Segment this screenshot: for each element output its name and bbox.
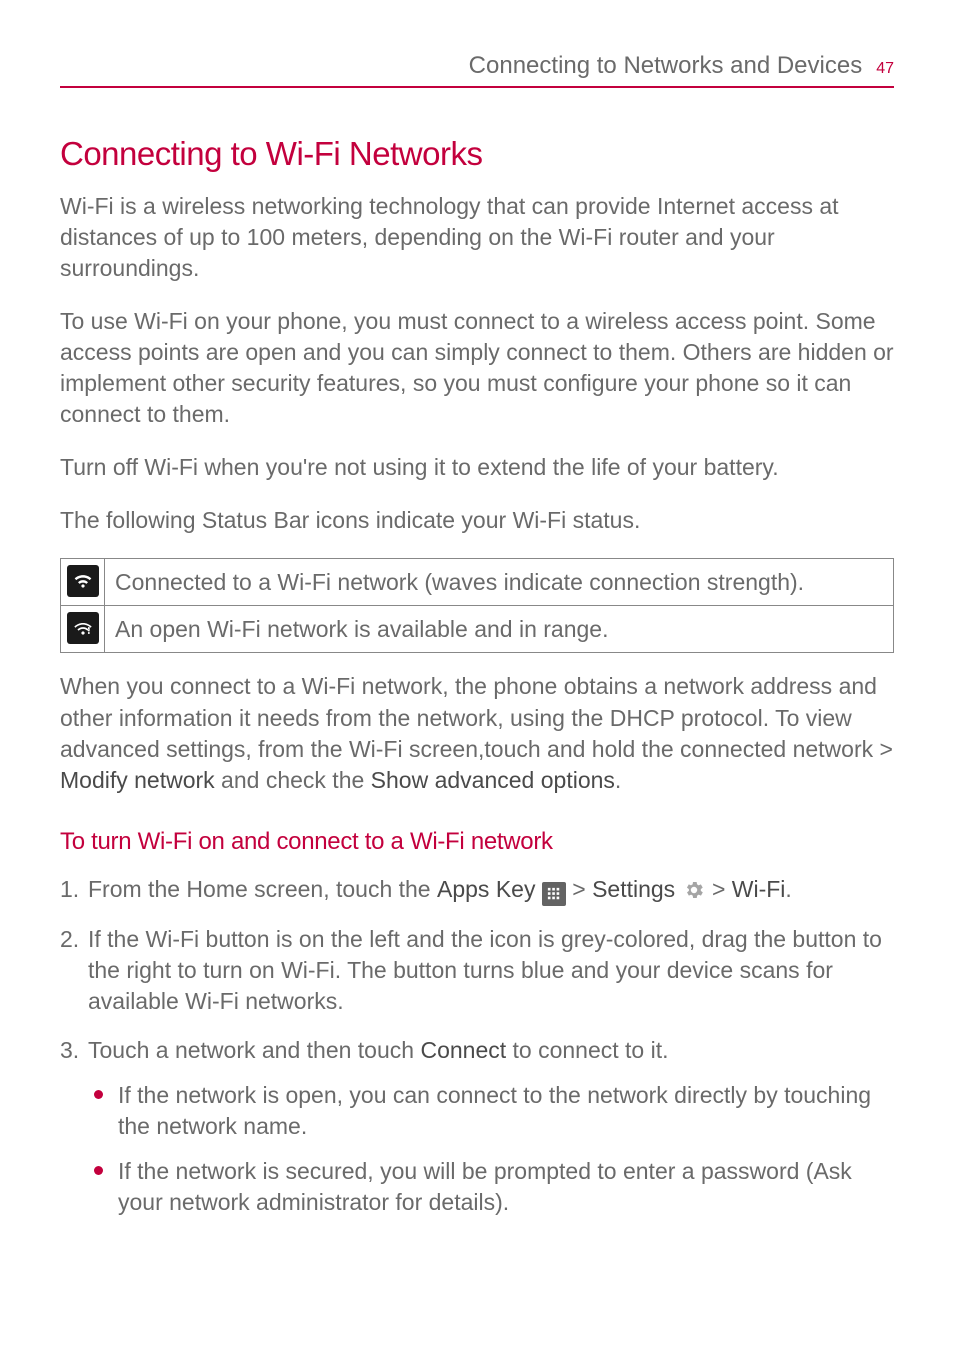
wifi-open-icon-cell [61,606,105,653]
step-3-bullets: If the network is open, you can connect … [88,1080,894,1218]
apps-key-label: Apps Key [437,876,535,902]
text-span: . [785,876,791,902]
text-span: Touch a network and then touch [88,1037,420,1063]
table-row: Connected to a Wi-Fi network (waves indi… [61,559,894,606]
wifi-open-description: An open Wi-Fi network is available and i… [105,606,894,653]
apps-grid-icon [542,882,566,906]
show-advanced-options-label: Show advanced options [371,767,615,793]
connect-label: Connect [420,1037,506,1063]
wifi-open-icon [67,612,99,644]
intro-paragraph-4: The following Status Bar icons indicate … [60,505,894,536]
text-span: From the Home screen, touch the [88,876,437,902]
dhcp-paragraph: When you connect to a Wi-Fi network, the… [60,671,894,795]
bullet-secured-network: If the network is secured, you will be p… [88,1156,894,1218]
step-2: If the Wi-Fi button is on the left and t… [60,924,894,1017]
intro-paragraph-1: Wi-Fi is a wireless networking technolog… [60,191,894,284]
wifi-connected-icon-cell [61,559,105,606]
text-span: . [615,767,621,793]
status-icon-table: Connected to a Wi-Fi network (waves indi… [60,558,894,653]
text-span: and check the [215,767,371,793]
bullet-open-network: If the network is open, you can connect … [88,1080,894,1142]
settings-label: Settings [592,876,675,902]
wifi-label: Wi-Fi [732,876,786,902]
page-title: Connecting to Wi-Fi Networks [60,132,894,177]
header-section-title: Connecting to Networks and Devices [469,50,863,82]
text-span: > [566,876,592,902]
section-heading: To turn Wi-Fi on and connect to a Wi-Fi … [60,826,894,858]
intro-paragraph-3: Turn off Wi-Fi when you're not using it … [60,452,894,483]
text-span: When you connect to a Wi-Fi network, the… [60,673,893,761]
wifi-connected-icon [67,565,99,597]
intro-paragraph-2: To use Wi-Fi on your phone, you must con… [60,306,894,430]
modify-network-label: Modify network [60,767,215,793]
table-row: An open Wi-Fi network is available and i… [61,606,894,653]
text-span: to connect to it. [506,1037,668,1063]
header-page-number: 47 [876,58,894,80]
settings-gear-icon [682,878,706,902]
text-span: > [706,876,732,902]
page-header: Connecting to Networks and Devices 47 [60,50,894,88]
step-1: From the Home screen, touch the Apps Key… [60,874,894,906]
steps-list: From the Home screen, touch the Apps Key… [60,874,894,1218]
wifi-connected-description: Connected to a Wi-Fi network (waves indi… [105,559,894,606]
step-3: Touch a network and then touch Connect t… [60,1035,894,1218]
